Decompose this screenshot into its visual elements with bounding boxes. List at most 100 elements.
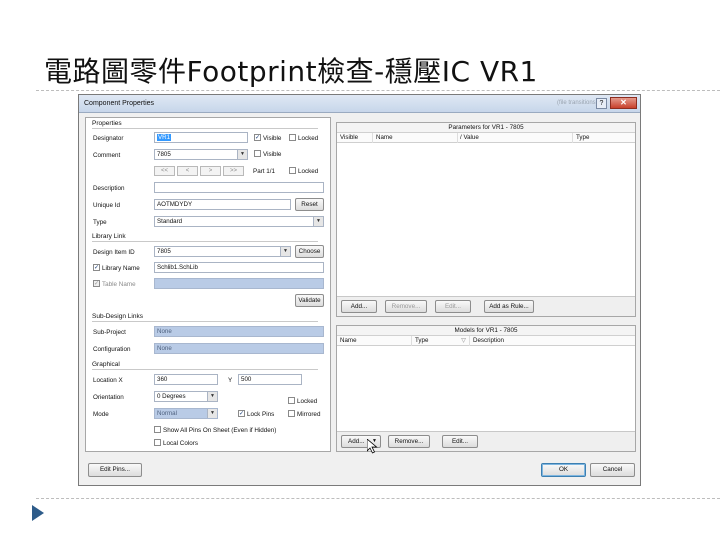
type-select[interactable]: Standard ▼	[154, 216, 324, 227]
designator-input[interactable]: VR1	[154, 132, 248, 143]
chevron-down-icon: ▼	[280, 247, 290, 256]
column-model-type[interactable]: Type ▽	[412, 336, 470, 346]
comment-visible-checkbox[interactable]	[254, 150, 261, 157]
section-sub-design-links: Sub-Design Links	[92, 313, 318, 322]
validate-button[interactable]: Validate	[295, 294, 324, 307]
parameters-column-header: Visible Name / Value Type	[337, 133, 635, 143]
chevron-down-icon: ▼	[207, 392, 217, 401]
chevron-down-icon: ▼	[207, 409, 217, 418]
parameters-button-bar: Add... Remove... Edit... Add as Rule...	[337, 296, 635, 316]
next-part-button[interactable]: >	[200, 166, 221, 176]
mirrored-label: Mirrored	[297, 411, 321, 418]
models-button-bar: Add... ▼ Remove... Edit...	[337, 431, 635, 451]
dialog-title: Component Properties	[84, 100, 155, 107]
design-item-label: Design Item ID	[93, 249, 135, 256]
slide-title: 電路圖零件Footprint檢查-穩壓IC VR1	[44, 55, 538, 88]
library-name-label: Library Name	[102, 265, 140, 272]
sub-project-label: Sub-Project	[93, 329, 126, 336]
designator-locked-checkbox[interactable]	[289, 134, 296, 141]
section-graphical: Graphical	[92, 361, 317, 370]
cancel-button[interactable]: Cancel	[590, 463, 635, 477]
top-divider	[36, 90, 720, 91]
reset-button[interactable]: Reset	[295, 198, 324, 211]
location-y-input[interactable]: 500	[238, 374, 302, 385]
library-name-input[interactable]: Schlib1.SchLib	[154, 262, 324, 273]
table-name-checkbox[interactable]: ✓	[93, 280, 100, 287]
column-visible[interactable]: Visible	[337, 133, 373, 143]
description-label: Description	[93, 185, 125, 192]
column-value[interactable]: / Value	[458, 133, 573, 143]
configuration-label: Configuration	[93, 346, 131, 353]
parameters-panel: Parameters for VR1 - 7805 Visible Name /…	[336, 122, 636, 317]
sub-project-input[interactable]: None	[154, 326, 324, 337]
parameters-header: Parameters for VR1 - 7805	[337, 123, 635, 133]
dialog-titlebar: Component Properties (file transitions) …	[79, 95, 640, 113]
prev-part-button[interactable]: <	[177, 166, 198, 176]
models-header: Models for VR1 - 7805	[337, 326, 635, 336]
choose-button[interactable]: Choose	[295, 245, 324, 258]
column-model-description[interactable]: Description	[470, 336, 637, 346]
configuration-input[interactable]: None	[154, 343, 324, 354]
unique-id-input[interactable]: AOTMDYDY	[154, 199, 291, 210]
part-locked-label: Locked	[298, 168, 319, 175]
chevron-down-icon: ▼	[237, 150, 247, 159]
part-locked-checkbox[interactable]	[289, 167, 296, 174]
comment-visible-label: Visible	[263, 151, 282, 158]
lock-pins-checkbox[interactable]: ✓	[238, 410, 245, 417]
orientation-select[interactable]: 0 Degrees ▼	[154, 391, 218, 402]
show-all-pins-label: Show All Pins On Sheet (Even if Hidden)	[163, 427, 277, 434]
edit-model-button[interactable]: Edit...	[442, 435, 478, 448]
section-library-link: Library Link	[92, 233, 316, 242]
ok-button[interactable]: OK	[541, 463, 586, 477]
comment-select[interactable]: 7805 ▼	[154, 149, 248, 160]
edit-parameter-button[interactable]: Edit...	[435, 300, 471, 313]
orientation-label: Orientation	[93, 394, 124, 401]
lock-pins-label: Lock Pins	[247, 411, 275, 418]
mouse-cursor-icon	[367, 439, 378, 454]
column-type[interactable]: Type	[573, 133, 637, 143]
description-input[interactable]	[154, 182, 324, 193]
location-x-label: Location X	[93, 377, 123, 384]
last-part-button[interactable]: >>	[223, 166, 244, 176]
column-name[interactable]: Name	[373, 133, 458, 143]
designator-visible-label: Visible	[263, 135, 282, 142]
chevron-down-icon: ▼	[313, 217, 323, 226]
mirrored-checkbox[interactable]	[288, 410, 295, 417]
bullet-arrow-icon	[32, 505, 44, 521]
unique-id-label: Unique Id	[93, 202, 120, 209]
bottom-divider	[36, 498, 720, 499]
show-all-pins-checkbox[interactable]	[154, 426, 161, 433]
edit-pins-button[interactable]: Edit Pins...	[88, 463, 142, 477]
designator-visible-checkbox[interactable]: ✓	[254, 134, 261, 141]
graphical-locked-label: Locked	[297, 398, 318, 405]
add-as-rule-button[interactable]: Add as Rule...	[484, 300, 534, 313]
design-item-select[interactable]: 7805 ▼	[154, 246, 291, 257]
library-name-checkbox[interactable]: ✓	[93, 264, 100, 271]
remove-parameter-button[interactable]: Remove...	[385, 300, 427, 313]
designator-label: Designator	[93, 135, 124, 142]
type-label: Type	[93, 219, 107, 226]
local-colors-label: Local Colors	[163, 440, 198, 447]
component-properties-dialog: Component Properties (file transitions) …	[78, 94, 641, 486]
designator-locked-label: Locked	[298, 135, 319, 142]
mode-label: Mode	[93, 411, 109, 418]
comment-label: Comment	[93, 152, 121, 159]
add-parameter-button[interactable]: Add...	[341, 300, 377, 313]
help-button[interactable]: ?	[596, 98, 607, 109]
models-panel: Models for VR1 - 7805 Name Type ▽ Descrip…	[336, 325, 636, 454]
remove-model-button[interactable]: Remove...	[388, 435, 430, 448]
mode-select[interactable]: Normal ▼	[154, 408, 218, 419]
properties-panel: Properties Designator VR1 ✓ Visible Lock…	[85, 117, 331, 452]
table-name-input[interactable]	[154, 278, 324, 289]
close-button[interactable]: ✕	[610, 97, 637, 109]
graphical-locked-checkbox[interactable]	[288, 397, 295, 404]
part-label: Part 1/1	[253, 168, 276, 175]
location-x-input[interactable]: 360	[154, 374, 218, 385]
first-part-button[interactable]: <<	[154, 166, 175, 176]
sort-down-icon: ▽	[461, 337, 466, 344]
column-model-name[interactable]: Name	[337, 336, 412, 346]
local-colors-checkbox[interactable]	[154, 439, 161, 446]
titlebar-faded-text: (file transitions)	[557, 100, 598, 106]
table-name-label: Table Name	[102, 281, 136, 288]
models-column-header: Name Type ▽ Description	[337, 336, 635, 346]
